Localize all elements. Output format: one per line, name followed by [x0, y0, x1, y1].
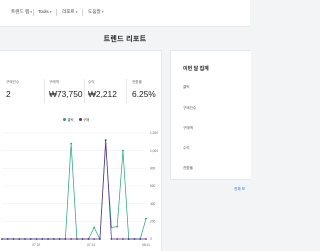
side-panel-title: 이번 달 집계 — [183, 66, 209, 72]
nav-item-label: 도움말 — [88, 9, 101, 14]
data-point — [52, 238, 55, 240]
data-point — [110, 226, 113, 229]
data-point — [24, 238, 26, 240]
data-point — [145, 217, 147, 220]
nav-item-tools[interactable]: Tools▾ — [38, 9, 52, 14]
data-point — [122, 149, 124, 152]
data-point — [99, 238, 101, 240]
legend-label: 클릭 — [67, 118, 74, 122]
legend-item-clicks[interactable]: 클릭 — [63, 117, 74, 122]
data-point — [75, 238, 78, 240]
metric-label: 수익 — [88, 80, 95, 84]
nav-item-help[interactable]: 도움말▾ — [88, 9, 104, 15]
side-row-purchases: 구매건수 — [183, 106, 197, 110]
nav-divider — [56, 9, 57, 16]
nav-item-report[interactable]: 리포트▾ — [62, 9, 78, 15]
legend-item-purchases[interactable]: 구매 — [78, 117, 90, 122]
data-point — [70, 142, 73, 145]
y-tick-label: 200 — [150, 220, 156, 224]
metric-purchases: 구매건수 2 — [6, 80, 19, 99]
data-point — [116, 238, 119, 240]
nav-divider — [82, 9, 83, 16]
view-all-link[interactable]: 전체 보 — [234, 187, 245, 192]
metric-value: 2 — [6, 89, 11, 99]
data-point — [12, 238, 15, 240]
nav-item-label: Tools — [38, 9, 49, 14]
data-point — [81, 238, 84, 240]
nav-item-label: 트렌드 랩 — [11, 9, 30, 14]
side-row-clicks: 클릭 — [183, 85, 190, 89]
legend-marker — [63, 118, 66, 121]
metric-label: 구매액 — [49, 80, 59, 84]
y-tick-label: 1,000 — [150, 149, 158, 153]
data-point — [64, 238, 67, 240]
x-tick-label: 07.22 — [32, 243, 40, 247]
data-point — [93, 226, 96, 229]
y-tick-label: 800 — [150, 167, 156, 171]
chevron-down-icon: ▾ — [30, 10, 32, 14]
metric-divider — [84, 79, 85, 103]
chevron-down-icon: ▾ — [101, 10, 104, 14]
y-tick-label: 0 — [150, 237, 152, 241]
data-point — [127, 238, 130, 240]
x-tick-label: 08.11 — [142, 243, 150, 247]
chart-legend: 클릭 구매 — [63, 117, 94, 122]
chevron-down-icon: ▾ — [75, 10, 78, 14]
metric-purchase-amount: 구매액 ₩73,750 — [49, 80, 83, 99]
side-row-revenue: 수익 — [183, 146, 190, 150]
data-point — [35, 238, 38, 240]
nav-item-trend-lab[interactable]: 트렌드 랩▾ — [11, 9, 32, 15]
side-row-purchase-amount: 구매액 — [183, 126, 193, 130]
data-point — [6, 238, 9, 240]
legend-label: 구매 — [83, 118, 90, 122]
data-point — [116, 225, 119, 228]
data-point — [133, 238, 136, 240]
page-title: 트렌드 리포트 — [103, 36, 147, 43]
data-point — [41, 238, 44, 240]
metric-value: ₩73,750 — [49, 89, 83, 99]
data-point — [1, 238, 3, 240]
data-point — [29, 238, 32, 240]
data-point — [70, 238, 73, 240]
metric-label: 구매건수 — [6, 80, 20, 84]
trend-line-chart: 0 200 400 600 800 1,000 1,200 07.22 07.31 08.11 — [1, 131, 158, 247]
metric-divider — [44, 79, 45, 103]
trend-summary-card: 구매건수 2 구매액 ₩73,750 수익 ₩2,212 전환율 6.25% 클… — [0, 50, 162, 251]
data-point — [87, 238, 90, 240]
data-point — [18, 238, 21, 240]
metric-revenue: 수익 ₩2,212 — [88, 80, 117, 99]
side-row-conversion-rate: 전환율 — [183, 166, 193, 170]
y-tick-label: 400 — [150, 202, 156, 206]
data-point — [104, 142, 107, 145]
nav-divider — [33, 9, 34, 16]
x-tick-label: 07.31 — [87, 243, 95, 247]
data-point — [104, 139, 107, 141]
metric-value: ₩2,212 — [88, 89, 117, 99]
data-point — [145, 238, 147, 240]
monthly-summary-panel: 이번 달 집계 클릭 구매건수 구매액 수익 전환율 — [170, 50, 251, 180]
metric-value: 6.25% — [132, 89, 156, 99]
data-point — [47, 238, 49, 240]
metric-conversion-rate: 전환율 6.25% — [132, 80, 156, 99]
nav-item-label: 리포트 — [62, 9, 75, 14]
y-tick-label: 1,200 — [150, 131, 158, 135]
metric-divider — [126, 79, 127, 103]
data-point — [93, 238, 96, 240]
chevron-down-icon: ▾ — [49, 10, 52, 14]
data-point — [58, 238, 61, 240]
series-line-clicks — [2, 143, 147, 241]
metric-label: 전환율 — [132, 80, 142, 84]
legend-marker — [78, 118, 82, 121]
y-tick-label: 600 — [150, 184, 156, 188]
data-point — [110, 238, 113, 240]
data-point — [122, 238, 124, 240]
data-point — [139, 238, 142, 240]
top-nav-bar: 트렌드 랩▾ Tools▾ 리포트▾ 도움말▾ — [0, 0, 250, 27]
